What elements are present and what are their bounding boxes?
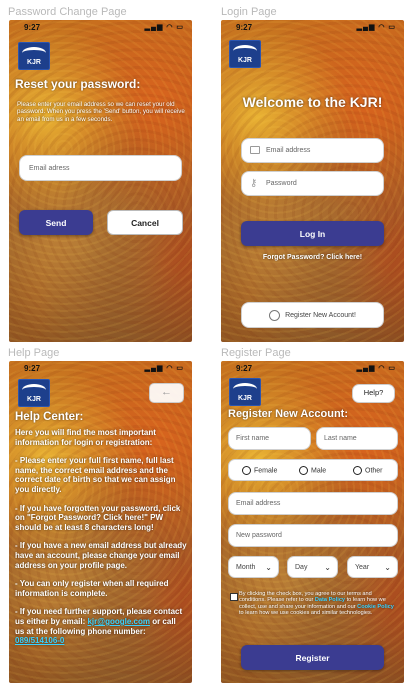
email-placeholder: Email address bbox=[266, 147, 311, 154]
email-field[interactable]: Email address bbox=[241, 138, 384, 163]
year-label: Year bbox=[355, 563, 370, 571]
caption-password-change: Password Change Page bbox=[8, 6, 127, 18]
arrow-left-icon: ← bbox=[161, 386, 172, 398]
register-button[interactable]: Register bbox=[241, 645, 384, 670]
status-bar: 9:27 ▂▄▆ ◠ ▭ bbox=[9, 20, 192, 34]
password-field[interactable]: ⚷ Password bbox=[241, 171, 384, 196]
support-phone-link[interactable]: 089/514106-0 bbox=[15, 636, 64, 645]
email-field[interactable]: Email address bbox=[228, 492, 398, 515]
help-item-email: - If you have a new email address but al… bbox=[15, 541, 187, 570]
chevron-down-icon: ⌄ bbox=[265, 563, 272, 572]
caption-register: Register Page bbox=[221, 347, 291, 359]
first-name-placeholder: First name bbox=[236, 435, 270, 442]
email-placeholder: Email address bbox=[236, 500, 281, 507]
help-item-support: - If you need further support, please co… bbox=[15, 607, 183, 646]
month-select[interactable]: Month ⌄ bbox=[228, 556, 279, 578]
login-button[interactable]: Log In bbox=[241, 221, 384, 246]
forgot-password-link[interactable]: Forgot Password? Click here! bbox=[221, 254, 404, 261]
status-icons: ▂▄▆ ◠ ▭ bbox=[356, 24, 396, 31]
gender-radio-group: Female Male Other bbox=[228, 459, 398, 481]
send-button[interactable]: Send bbox=[19, 210, 93, 235]
day-select[interactable]: Day ⌄ bbox=[287, 556, 338, 578]
status-time: 9:27 bbox=[236, 23, 253, 32]
kjr-logo: KJR bbox=[229, 40, 261, 68]
help-button[interactable]: Help? bbox=[352, 384, 395, 403]
mail-icon bbox=[250, 146, 260, 154]
status-icons: ▂▄▆ ◠ ▭ bbox=[144, 24, 184, 31]
caption-help: Help Page bbox=[8, 347, 60, 359]
register-new-account-label: Register New Account! bbox=[285, 311, 356, 319]
help-content: Here you will find the most important in… bbox=[15, 428, 187, 646]
new-password-field[interactable]: New password bbox=[228, 524, 398, 547]
month-label: Month bbox=[236, 563, 256, 571]
email-field[interactable]: Email adress bbox=[19, 155, 182, 181]
page-title: Reset your password: bbox=[15, 77, 141, 91]
register-new-account-button[interactable]: Register New Account! bbox=[241, 302, 384, 328]
help-title: Help Center: bbox=[15, 411, 84, 423]
status-icons: ▂▄▆ ◠ ▭ bbox=[356, 365, 396, 372]
consent-text: By clicking the check box, you agree to … bbox=[239, 591, 394, 617]
chevron-down-icon: ⌄ bbox=[384, 563, 391, 572]
help-item-password: - If you have forgotten your password, c… bbox=[15, 503, 181, 532]
cookie-policy-link[interactable]: Cookie Policy bbox=[357, 604, 394, 610]
year-select[interactable]: Year ⌄ bbox=[347, 556, 398, 578]
consent-checkbox[interactable] bbox=[230, 593, 238, 601]
gender-option-female[interactable]: Female bbox=[242, 466, 277, 475]
new-password-placeholder: New password bbox=[236, 532, 282, 539]
reset-description: Please enter your email address so we ca… bbox=[17, 101, 185, 123]
help-item-complete: - You can only register when all require… bbox=[15, 579, 169, 598]
support-email-link[interactable]: kjr@google.com bbox=[87, 617, 149, 626]
kjr-logo: KJR bbox=[18, 42, 50, 70]
day-label: Day bbox=[295, 563, 308, 571]
status-time: 9:27 bbox=[236, 364, 253, 373]
help-screen: 9:27 ▂▄▆ ◠ ▭ KJR ← Help Center: Here you… bbox=[9, 361, 192, 683]
gender-option-male[interactable]: Male bbox=[299, 466, 326, 475]
status-bar: 9:27 ▂▄▆ ◠ ▭ bbox=[221, 361, 404, 375]
status-bar: 9:27 ▂▄▆ ◠ ▭ bbox=[9, 361, 192, 375]
back-arrow-button[interactable]: ← bbox=[149, 383, 184, 403]
data-policy-link[interactable]: Data Policy bbox=[315, 597, 345, 603]
login-screen: 9:27 ▂▄▆ ◠ ▭ KJR Welcome to the KJR! Ema… bbox=[221, 20, 404, 342]
first-name-field[interactable]: First name bbox=[228, 427, 311, 450]
key-icon: ⚷ bbox=[250, 178, 258, 189]
register-title: Register New Account: bbox=[228, 408, 349, 420]
caption-login: Login Page bbox=[221, 6, 277, 18]
chevron-down-icon: ⌄ bbox=[324, 563, 331, 572]
welcome-title: Welcome to the KJR! bbox=[242, 94, 383, 110]
status-time: 9:27 bbox=[24, 364, 41, 373]
cancel-button[interactable]: Cancel bbox=[107, 210, 183, 235]
status-bar: 9:27 ▂▄▆ ◠ ▭ bbox=[221, 20, 404, 34]
help-item-names: - Please enter your full first name, ful… bbox=[15, 456, 176, 494]
last-name-placeholder: Last name bbox=[324, 435, 357, 442]
kjr-logo: KJR bbox=[229, 378, 261, 406]
user-icon bbox=[269, 309, 281, 321]
last-name-field[interactable]: Last name bbox=[316, 427, 398, 450]
help-intro: Here you will find the most important in… bbox=[15, 428, 156, 447]
password-placeholder: Password bbox=[266, 180, 297, 187]
password-change-screen: 9:27 ▂▄▆ ◠ ▭ KJR Reset your password: Pl… bbox=[9, 20, 192, 342]
status-icons: ▂▄▆ ◠ ▭ bbox=[144, 365, 184, 372]
status-time: 9:27 bbox=[24, 23, 41, 32]
kjr-logo: KJR bbox=[18, 379, 50, 407]
email-placeholder: Email adress bbox=[29, 164, 70, 172]
gender-option-other[interactable]: Other bbox=[353, 466, 383, 475]
register-screen: 9:27 ▂▄▆ ◠ ▭ KJR Help? Register New Acco… bbox=[221, 361, 404, 683]
